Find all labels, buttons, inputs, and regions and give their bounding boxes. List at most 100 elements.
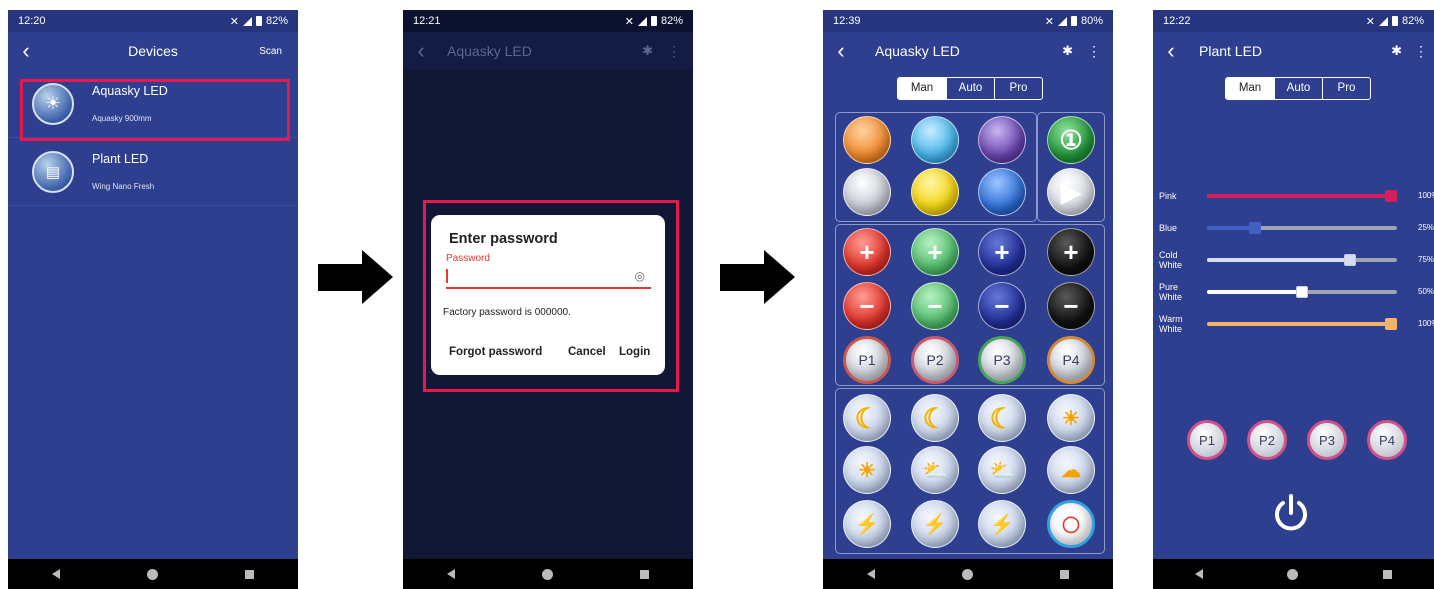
app-bar: ‹ Plant LED ✱ ⋮ bbox=[1153, 32, 1434, 70]
slider-track[interactable] bbox=[1207, 318, 1397, 330]
nav-back-icon[interactable] bbox=[866, 569, 875, 579]
device-item-plant[interactable]: ▤ Plant LED Wing Nano Fresh bbox=[8, 138, 298, 206]
yellow-color-button[interactable] bbox=[911, 168, 959, 216]
more-icon[interactable]: ⋮ bbox=[667, 43, 681, 60]
play-icon[interactable]: ▶ bbox=[1047, 168, 1095, 216]
color-cycle-icon[interactable]: ◯ bbox=[1047, 500, 1095, 548]
preset-p4-button[interactable]: P4 bbox=[1367, 420, 1407, 460]
bluetooth-icon[interactable]: ✱ bbox=[642, 43, 653, 59]
back-icon[interactable]: ‹ bbox=[8, 32, 44, 70]
slider-value: 75% bbox=[1418, 255, 1434, 264]
status-bar: 12:22 ✕ 82% bbox=[1153, 10, 1434, 32]
purple-color-button[interactable] bbox=[978, 116, 1026, 164]
nav-bar bbox=[8, 559, 298, 589]
green-minus-button[interactable]: − bbox=[911, 282, 959, 330]
slider-thumb[interactable] bbox=[1385, 190, 1397, 202]
red-plus-button[interactable]: + bbox=[843, 228, 891, 276]
slider-thumb[interactable] bbox=[1385, 318, 1397, 330]
power-icon[interactable] bbox=[1271, 493, 1311, 533]
tab-auto[interactable]: Auto bbox=[946, 78, 994, 99]
battery-level: 82% bbox=[660, 15, 683, 27]
forgot-password-button[interactable]: Forgot password bbox=[449, 346, 542, 358]
nav-back-icon[interactable] bbox=[51, 569, 60, 579]
orange-color-button[interactable] bbox=[843, 116, 891, 164]
nav-recents-icon[interactable] bbox=[245, 569, 255, 579]
back-icon[interactable]: ‹ bbox=[1153, 32, 1189, 70]
sky-blue-color-button[interactable] bbox=[911, 116, 959, 164]
storm-cloud-icon[interactable]: ⚡ bbox=[911, 500, 959, 548]
blue-minus-button[interactable]: − bbox=[978, 282, 1026, 330]
mode-tabs: Man Auto Pro bbox=[897, 77, 1043, 100]
status-icons: ✕ 82% bbox=[625, 15, 683, 28]
preset-p2-button[interactable]: P2 bbox=[911, 336, 959, 384]
slider-track[interactable] bbox=[1207, 222, 1397, 234]
tab-man[interactable]: Man bbox=[1226, 78, 1274, 99]
sun-storm-icon[interactable]: ⚡ bbox=[978, 500, 1026, 548]
power-one-icon[interactable]: ① bbox=[1047, 116, 1095, 164]
status-bar: 12:39 ✕ 80% bbox=[823, 10, 1113, 32]
green-plus-button[interactable]: + bbox=[911, 228, 959, 276]
tab-pro[interactable]: Pro bbox=[994, 78, 1042, 99]
signal-icon bbox=[242, 16, 252, 26]
more-icon[interactable]: ⋮ bbox=[1087, 43, 1101, 60]
white-color-button[interactable] bbox=[843, 168, 891, 216]
partly-cloudy-icon[interactable]: ⛅ bbox=[978, 446, 1026, 494]
nav-recents-icon[interactable] bbox=[640, 569, 650, 579]
nav-home-icon[interactable] bbox=[146, 568, 158, 580]
battery-level: 82% bbox=[1401, 15, 1424, 27]
slider-pure-white: Pure White 50% bbox=[1153, 282, 1434, 302]
slider-blue: Blue 25% bbox=[1153, 218, 1434, 238]
preset-p3-button[interactable]: P3 bbox=[1307, 420, 1347, 460]
tab-man[interactable]: Man bbox=[898, 78, 946, 99]
sunrise-sunset-icon[interactable]: ☀ bbox=[1047, 394, 1095, 442]
nav-recents-icon[interactable] bbox=[1382, 569, 1392, 579]
nav-back-icon[interactable] bbox=[446, 569, 455, 579]
nav-home-icon[interactable] bbox=[1287, 568, 1299, 580]
moon-icon[interactable]: ☾ bbox=[978, 394, 1026, 442]
password-input[interactable] bbox=[446, 269, 448, 283]
blue-color-button[interactable] bbox=[978, 168, 1026, 216]
more-icon[interactable]: ⋮ bbox=[1414, 43, 1428, 60]
tab-pro[interactable]: Pro bbox=[1322, 78, 1370, 99]
slider-thumb[interactable] bbox=[1296, 286, 1308, 298]
red-minus-button[interactable]: − bbox=[843, 282, 891, 330]
nav-back-icon[interactable] bbox=[1195, 569, 1204, 579]
preset-p1-button[interactable]: P1 bbox=[843, 336, 891, 384]
scan-button[interactable]: Scan bbox=[259, 46, 282, 57]
slider-track[interactable] bbox=[1207, 190, 1397, 202]
visibility-off-icon[interactable]: ◎ bbox=[635, 269, 645, 283]
cancel-button[interactable]: Cancel bbox=[568, 346, 606, 358]
preset-p1-button[interactable]: P1 bbox=[1187, 420, 1227, 460]
sun-cloud-icon[interactable]: ⛅ bbox=[911, 446, 959, 494]
blue-plus-button[interactable]: + bbox=[978, 228, 1026, 276]
sun-icon[interactable]: ☀ bbox=[843, 446, 891, 494]
preset-p2-button[interactable]: P2 bbox=[1247, 420, 1287, 460]
bluetooth-icon[interactable]: ✱ bbox=[1062, 43, 1073, 59]
thunderstorm-icon[interactable]: ⚡ bbox=[843, 500, 891, 548]
status-bar: 12:21 ✕ 82% bbox=[403, 10, 693, 32]
slider-thumb[interactable] bbox=[1344, 254, 1356, 266]
bluetooth-icon[interactable]: ✱ bbox=[1391, 43, 1402, 59]
back-icon[interactable]: ‹ bbox=[823, 32, 859, 70]
nav-recents-icon[interactable] bbox=[1060, 569, 1070, 579]
login-button[interactable]: Login bbox=[619, 346, 650, 358]
slider-track[interactable] bbox=[1207, 254, 1397, 266]
white-minus-button[interactable]: − bbox=[1047, 282, 1095, 330]
preset-p3-button[interactable]: P3 bbox=[978, 336, 1026, 384]
nav-home-icon[interactable] bbox=[961, 568, 973, 580]
back-icon[interactable]: ‹ bbox=[403, 32, 439, 70]
slider-track[interactable] bbox=[1207, 286, 1397, 298]
dialog-title: Enter password bbox=[449, 231, 558, 247]
slider-thumb[interactable] bbox=[1249, 222, 1261, 234]
tab-auto[interactable]: Auto bbox=[1274, 78, 1322, 99]
moon-icon[interactable]: ☾ bbox=[911, 394, 959, 442]
slider-value: 100% bbox=[1418, 191, 1434, 200]
aquasky-control-screen: 12:39 ✕ 80% ‹ Aquasky LED ✱ ⋮ Man Auto P… bbox=[823, 10, 1113, 589]
stage: 12:20 ✕ 82% ‹ Devices Scan ☀ Aquasky LED… bbox=[0, 0, 1434, 589]
page-title: Aquasky LED bbox=[875, 43, 960, 59]
nav-home-icon[interactable] bbox=[541, 568, 553, 580]
white-plus-button[interactable]: + bbox=[1047, 228, 1095, 276]
moon-icon[interactable]: ☾ bbox=[843, 394, 891, 442]
preset-p4-button[interactable]: P4 bbox=[1047, 336, 1095, 384]
cloudy-icon[interactable]: ☁ bbox=[1047, 446, 1095, 494]
